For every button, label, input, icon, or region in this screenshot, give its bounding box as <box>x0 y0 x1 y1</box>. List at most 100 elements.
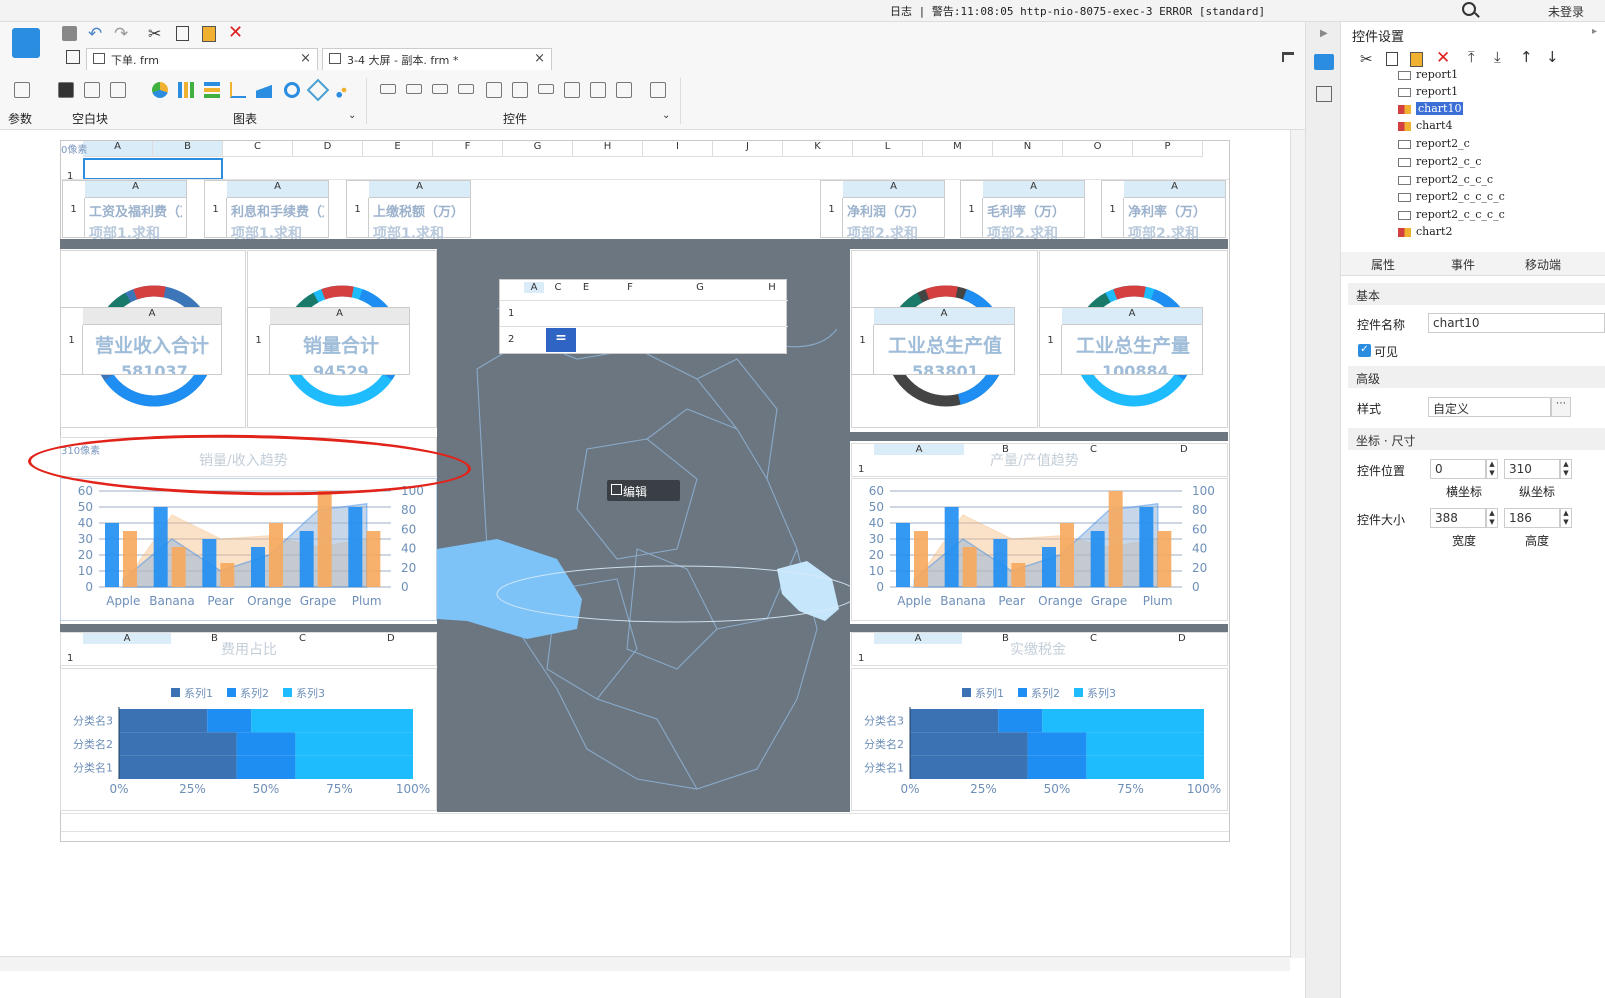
tab-order-frm[interactable]: 下单. frm × <box>86 48 318 70</box>
trend-header-right[interactable]: A B C D 1 产量/产值趋势 <box>851 443 1228 477</box>
stacked-chart-left[interactable]: 系列1 系列2 系列3 分类名3 分类名2 分类名1 0% 25% 50% 75% 100% <box>60 668 437 811</box>
paste-icon[interactable] <box>202 26 216 42</box>
col-header[interactable]: E <box>363 141 433 157</box>
line-chart-icon[interactable] <box>230 82 246 98</box>
col-header[interactable]: G <box>503 141 573 157</box>
section-coord-size[interactable]: 坐标 · 尺寸 <box>1348 428 1605 450</box>
tree-item[interactable]: report1 <box>1398 85 1458 98</box>
scatter-chart-icon[interactable] <box>336 82 352 98</box>
move-top-icon[interactable]: ⤒ <box>1468 48 1475 66</box>
highlight-region-west[interactable] <box>437 539 582 639</box>
tree-item[interactable]: report2_c_c_c_c <box>1398 208 1505 221</box>
copy-icon[interactable] <box>176 26 189 41</box>
label-control-icon[interactable] <box>406 84 422 94</box>
highlight-region-east[interactable] <box>777 561 839 621</box>
height-input[interactable]: 186 <box>1504 508 1560 528</box>
combo-control-icon[interactable] <box>486 82 502 98</box>
combo-chart-left[interactable]: 0 10 20 30 40 50 60 0 20 40 60 80 100 Apple Banana Pear… <box>60 478 437 621</box>
kpi-table[interactable]: A 1 营业收入合计 581037 <box>60 307 222 375</box>
col-header[interactable]: M <box>923 141 993 157</box>
name-input[interactable]: chart10 <box>1428 313 1605 333</box>
summary-table[interactable]: A 1 净利率（万） 项部2.求和 <box>1101 180 1226 242</box>
col-header[interactable]: P <box>1133 141 1203 157</box>
col-header[interactable]: I <box>643 141 713 157</box>
dropdown-control-icon[interactable] <box>458 84 474 94</box>
width-input[interactable]: 388 <box>1430 508 1486 528</box>
summary-table[interactable]: A 1 上缴税额（万） 项部1.求和 <box>346 180 471 242</box>
stacked-chart-right[interactable]: 系列1 系列2 系列3 分类名3 分类名2 分类名1 0% 25% 50% 75% 100% <box>851 668 1228 811</box>
tab-block-icon[interactable] <box>84 82 100 98</box>
col-header[interactable]: N <box>993 141 1063 157</box>
tree-item[interactable]: chart2 <box>1398 225 1452 238</box>
undo-icon[interactable]: ↶ <box>88 24 102 44</box>
col-header[interactable]: B <box>153 141 223 157</box>
summary-table[interactable]: A 1 工资及福利费（万 项部1.求和 <box>62 180 187 242</box>
dashboard-icon[interactable] <box>284 82 300 98</box>
horizontal-scrollbar[interactable] <box>0 956 1290 971</box>
visible-checkbox[interactable]: ✓ <box>1358 344 1371 357</box>
kpi-table[interactable]: A 1 销量合计 94529 <box>247 307 410 375</box>
stepper-icon[interactable]: ▲ ▼ <box>1486 459 1498 479</box>
checkbox-group-icon[interactable] <box>590 82 606 98</box>
date-control-icon[interactable] <box>512 82 528 98</box>
style-select[interactable]: 自定义 <box>1428 397 1551 417</box>
cost-header-right[interactable]: A B C D 1 实缴税金 <box>851 632 1228 666</box>
col-header[interactable]: D <box>293 141 363 157</box>
move-up-icon[interactable]: ↑ <box>1520 48 1533 66</box>
close-icon[interactable]: × <box>534 51 545 66</box>
redo-icon[interactable]: ↷ <box>114 24 128 44</box>
radio-group-icon[interactable] <box>616 82 632 98</box>
col-header[interactable]: J <box>713 141 783 157</box>
absolute-block-icon[interactable] <box>110 82 126 98</box>
stepper-icon[interactable]: ▲ ▼ <box>1560 459 1572 479</box>
tree-item[interactable]: report2_c_c_c <box>1398 173 1493 186</box>
more-options-button[interactable]: ⋯ <box>1551 397 1571 417</box>
tree-item[interactable]: report2_c_c <box>1398 155 1481 168</box>
move-down-icon[interactable]: ↓ <box>1546 48 1559 66</box>
section-basic[interactable]: 基本 <box>1348 283 1605 305</box>
col-header[interactable]: L <box>853 141 923 157</box>
param-icon[interactable] <box>14 82 30 98</box>
stepper-icon[interactable]: ▲ ▼ <box>1486 508 1498 528</box>
paste-icon[interactable] <box>1410 52 1423 67</box>
pie-chart-icon[interactable] <box>152 82 168 98</box>
chevron-right-icon[interactable]: ▸ <box>1592 26 1597 37</box>
section-advanced[interactable]: 高级 <box>1348 366 1605 388</box>
chevron-down-icon[interactable]: ⌄ <box>662 110 670 121</box>
col-header[interactable]: H <box>573 141 643 157</box>
col-header[interactable]: C <box>223 141 293 157</box>
center-table[interactable]: A C E F G H 1 2 = <box>499 279 788 354</box>
tab-properties[interactable]: 属性 <box>1371 256 1395 273</box>
tree-item[interactable]: chart10 <box>1398 102 1464 115</box>
number-control-icon[interactable] <box>538 84 554 94</box>
pos-x-input[interactable]: 0 <box>1430 459 1486 479</box>
tree-item[interactable]: report2_c_c_c_c <box>1398 190 1505 203</box>
kpi-table[interactable]: A 1 工业总生产量 100884 <box>1039 307 1203 375</box>
move-bottom-icon[interactable]: ⤓ <box>1494 48 1501 66</box>
textarea-control-icon[interactable] <box>564 82 580 98</box>
tree-item[interactable]: report1 <box>1398 68 1458 81</box>
delete-icon[interactable]: ✕ <box>228 22 243 43</box>
pos-y-input[interactable]: 310 <box>1504 459 1560 479</box>
block-icon[interactable] <box>58 82 74 98</box>
col-header[interactable]: A <box>83 141 153 157</box>
selected-cell[interactable] <box>83 158 223 180</box>
tab-bigscreen-copy[interactable]: 3-4 大屏 - 副本. frm * × <box>322 48 552 70</box>
grid-view-icon[interactable] <box>66 50 80 64</box>
tree-item[interactable]: chart4 <box>1398 119 1452 132</box>
close-icon[interactable]: × <box>300 51 311 66</box>
stepper-icon[interactable]: ▲ ▼ <box>1560 508 1572 528</box>
chevron-right-icon[interactable]: ▶ <box>1320 28 1328 39</box>
log-message[interactable]: 日志 | 警告:11:08:05 http-nio-8075-exec-3 ER… <box>890 3 1265 19</box>
summary-table[interactable]: A 1 净利润（万） 项部2.求和 <box>820 180 945 242</box>
formula-cell[interactable]: = <box>546 328 576 352</box>
delete-icon[interactable]: ✕ <box>1436 48 1450 68</box>
summary-table[interactable]: A 1 利息和手续费（万 项部1.求和 <box>204 180 329 242</box>
panel-menu-icon[interactable] <box>1282 52 1294 62</box>
area-chart-icon[interactable] <box>256 82 272 98</box>
cut-icon[interactable]: ✂ <box>1360 50 1373 68</box>
copy-icon[interactable] <box>1386 52 1398 66</box>
search-control-icon[interactable] <box>650 82 666 98</box>
login-status[interactable]: 未登录 <box>1548 3 1584 20</box>
vertical-scrollbar[interactable] <box>1290 130 1305 958</box>
